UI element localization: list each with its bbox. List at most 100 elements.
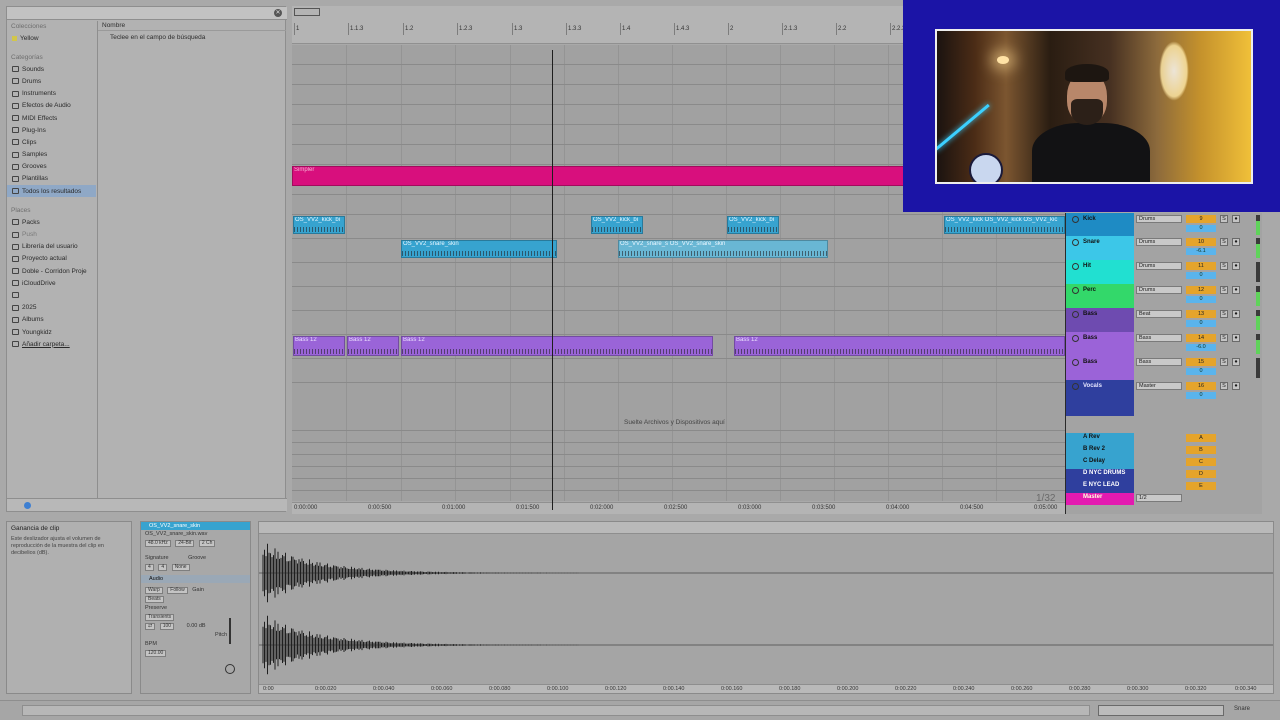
arm-button[interactable]: ●: [1232, 358, 1240, 366]
fold-icon[interactable]: [1072, 311, 1079, 318]
cue-select[interactable]: 1/2: [1136, 494, 1182, 502]
category-grooves[interactable]: Grooves: [7, 161, 96, 173]
mixer-track[interactable]: Kick Drums 9 0 S ●: [1066, 213, 1263, 236]
return-activator[interactable]: B: [1186, 446, 1216, 454]
audio-clip[interactable]: OS_VV2_kick_bi: [293, 216, 345, 234]
routing-select[interactable]: Drums: [1136, 238, 1182, 246]
track-activator[interactable]: 13: [1186, 310, 1216, 318]
solo-button[interactable]: S: [1220, 262, 1228, 270]
solo-button[interactable]: S: [1220, 382, 1228, 390]
routing-select[interactable]: Master: [1136, 382, 1182, 390]
return-activator[interactable]: A: [1186, 434, 1216, 442]
track-activator[interactable]: 15: [1186, 358, 1216, 366]
return-name[interactable]: E NYC LEAD: [1066, 481, 1134, 493]
gain-fader[interactable]: [229, 618, 231, 644]
routing-select[interactable]: Beat: [1136, 310, 1182, 318]
mixer-track[interactable]: Snare Drums 10 -6.1 S ●: [1066, 236, 1263, 260]
audio-clip[interactable]: OS_VV2_snare_s OS_VV2_snare_skin: [618, 240, 828, 258]
category-sounds[interactable]: Sounds: [7, 63, 96, 75]
volume-field[interactable]: 0: [1186, 272, 1216, 279]
groove-select[interactable]: None: [171, 564, 190, 571]
fold-icon[interactable]: [1072, 239, 1079, 246]
audio-clip[interactable]: Bass 12: [293, 336, 345, 356]
audio-section-header[interactable]: Audio: [141, 575, 250, 583]
time-ruler[interactable]: 0:00:000 0:00:500 0:01:000 0:01:500 0:02…: [292, 502, 1065, 514]
track-lane[interactable]: [292, 311, 1065, 335]
category-audio-effects[interactable]: Efectos de Audio: [7, 100, 96, 112]
audio-clip[interactable]: OS_VV2_kick_bi: [727, 216, 779, 234]
place-user-library[interactable]: Librería del usuario: [7, 241, 96, 253]
solo-button[interactable]: S: [1220, 238, 1228, 246]
category-all-results[interactable]: Todos los resultados: [7, 185, 96, 198]
track-name-snare[interactable]: Snare: [1066, 236, 1134, 260]
mixer-track[interactable]: Bass Beat 13 0 S ●: [1066, 308, 1263, 332]
audio-clip-selected[interactable]: OS_VV2_snare_skin: [401, 240, 557, 258]
follow-button[interactable]: Follow: [167, 587, 188, 594]
place-push[interactable]: Push: [7, 228, 96, 240]
fold-icon[interactable]: [1072, 216, 1079, 223]
arm-button[interactable]: ●: [1232, 262, 1240, 270]
fold-icon[interactable]: [1072, 359, 1079, 366]
fold-icon[interactable]: [1072, 383, 1079, 390]
solo-button[interactable]: S: [1220, 334, 1228, 342]
category-instruments[interactable]: Instruments: [7, 88, 96, 100]
mixer-track[interactable]: Vocals Master 16 0 S ●: [1066, 380, 1263, 416]
signature-numerator[interactable]: 4: [145, 564, 154, 571]
arm-button[interactable]: ●: [1232, 310, 1240, 318]
routing-select[interactable]: Bass: [1136, 334, 1182, 342]
return-lane[interactable]: [292, 455, 1065, 467]
place-2025[interactable]: 2025: [7, 302, 96, 314]
return-name[interactable]: A Rev: [1066, 433, 1134, 445]
volume-field[interactable]: 0: [1186, 368, 1216, 375]
audio-clip[interactable]: Bass 12: [401, 336, 713, 356]
track-name-bass-group[interactable]: Bass: [1066, 308, 1134, 332]
category-drums[interactable]: Drums: [7, 75, 96, 87]
return-activator[interactable]: C: [1186, 458, 1216, 466]
sample-time-ruler[interactable]: 0:00 0:00.020 0:00.040 0:00.060 0:00.080…: [259, 684, 1273, 693]
category-clips[interactable]: Clips: [7, 136, 96, 148]
routing-select[interactable]: Drums: [1136, 262, 1182, 270]
audio-clip[interactable]: OS_VV2_kick OS_VV2_kick OS_VV2_kic: [944, 216, 1065, 234]
signature-denominator[interactable]: 4: [158, 564, 168, 571]
track-lane[interactable]: [292, 287, 1065, 311]
mixer-track[interactable]: Perc Drums 12 0 S ●: [1066, 284, 1263, 308]
routing-select[interactable]: Drums: [1136, 286, 1182, 294]
arm-button[interactable]: ●: [1232, 238, 1240, 246]
master-name[interactable]: Master: [1066, 493, 1134, 505]
track-name-bass-2[interactable]: Bass: [1066, 356, 1134, 380]
mixer-track[interactable]: Bass Bass 14 -6.0 S ●: [1066, 332, 1263, 356]
volume-field[interactable]: 0: [1186, 296, 1216, 303]
bpm-field[interactable]: 120.00: [145, 650, 167, 657]
category-midi-effects[interactable]: MIDI Effects: [7, 112, 96, 124]
volume-field[interactable]: 0: [1186, 225, 1216, 232]
track-name-bass[interactable]: Bass: [1066, 332, 1134, 356]
midi-clip[interactable]: Simpler: [292, 166, 904, 186]
track-name-kick[interactable]: Kick: [1066, 213, 1134, 236]
return-lane[interactable]: [292, 467, 1065, 479]
return-track[interactable]: B Rev 2 B: [1066, 445, 1263, 457]
return-name[interactable]: B Rev 2: [1066, 445, 1134, 457]
arm-button[interactable]: ●: [1232, 382, 1240, 390]
fold-icon[interactable]: [1072, 263, 1079, 270]
loop-value[interactable]: 100: [159, 623, 175, 630]
playhead[interactable]: [552, 50, 553, 510]
return-lane[interactable]: [292, 443, 1065, 455]
return-lane[interactable]: [292, 431, 1065, 443]
return-track[interactable]: A Rev A: [1066, 433, 1263, 445]
arm-button[interactable]: ●: [1232, 286, 1240, 294]
track-lane[interactable]: [292, 359, 1065, 383]
place-doble[interactable]: Doble - Corridon Proje: [7, 265, 96, 277]
preserve-select[interactable]: Transients: [145, 614, 175, 621]
solo-button[interactable]: S: [1220, 286, 1228, 294]
mixer-track[interactable]: Hit Drums 11 0 S ●: [1066, 260, 1263, 284]
sample-editor[interactable]: 0:00 0:00.020 0:00.040 0:00.060 0:00.080…: [258, 521, 1274, 694]
arm-button[interactable]: ●: [1232, 215, 1240, 223]
add-folder-link[interactable]: Añadir carpeta...: [7, 338, 96, 350]
place-albums[interactable]: Albums: [7, 314, 96, 326]
arrangement-overview[interactable]: [1098, 705, 1224, 716]
audio-clip[interactable]: Bass 12: [734, 336, 1065, 356]
name-column-header[interactable]: Nombre: [98, 21, 286, 31]
track-activator[interactable]: 9: [1186, 215, 1216, 223]
track-activator[interactable]: 14: [1186, 334, 1216, 342]
category-templates[interactable]: Plantillas: [7, 173, 96, 185]
